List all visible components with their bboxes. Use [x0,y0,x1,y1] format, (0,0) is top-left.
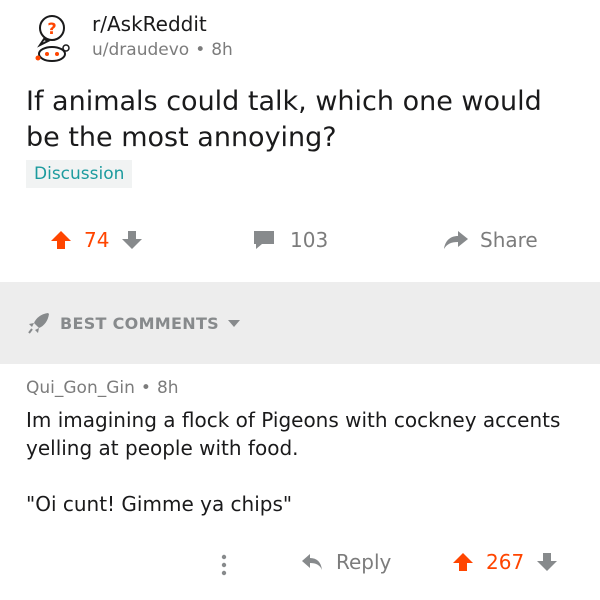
subreddit-name[interactable]: r/AskReddit [92,12,207,36]
comment-text-line: Im imagining a flock of Pigeons with coc… [26,408,561,460]
comment-bubble-icon [252,229,276,251]
comment-body: Im imagining a flock of Pigeons with coc… [26,406,586,518]
post-header: ? r/AskReddit u/draudevo • 8h [28,10,588,66]
arrow-up-icon[interactable] [452,551,474,573]
svg-text:?: ? [47,19,56,38]
comment-vote: 267 [452,550,558,574]
sort-selector[interactable]: BEST COMMENTS [26,310,241,336]
rocket-icon [26,310,52,336]
share-arrow-icon [442,229,470,251]
arrow-up-icon[interactable] [50,229,72,251]
sort-label: BEST COMMENTS [60,313,219,333]
share-button[interactable]: Share [442,228,538,252]
comment-count: 103 [290,228,329,252]
comment-meta-separator: • [140,378,151,398]
vertical-dots-icon[interactable] [218,552,230,578]
comment: Qui_Gon_Gin • 8h Im imagining a flock of P… [26,378,586,546]
askreddit-snoo-icon[interactable]: ? [28,12,80,64]
share-label: Share [480,228,538,252]
post-score: 74 [84,228,110,252]
reply-arrow-icon [300,551,324,573]
comment-actions: Reply 267 [0,540,600,590]
arrow-down-icon[interactable] [121,229,143,251]
comment-author[interactable]: Qui_Gon_Gin [26,378,135,398]
caret-down-icon [227,318,241,328]
post-age: 8h [211,40,233,60]
comment-score: 267 [486,550,525,574]
comment-text-quote: "Oi cunt! Gimme ya chips" [26,492,293,516]
post-flair[interactable]: Discussion [26,160,133,188]
post-title[interactable]: If animals could talk, which one would b… [26,84,578,156]
comment-meta: Qui_Gon_Gin • 8h [26,378,586,398]
reply-button[interactable]: Reply [300,550,391,574]
post-author[interactable]: u/draudevo [92,40,189,60]
comment-age: 8h [156,378,179,398]
post-meta: u/draudevo • 8h [92,40,233,60]
post-actions: 74 103 Share [0,222,600,264]
comments-button[interactable]: 103 [252,228,328,252]
reply-label: Reply [336,550,392,574]
post-vote: 74 [50,228,143,252]
arrow-down-icon[interactable] [536,551,558,573]
meta-separator: • [195,40,206,60]
comment-sort-bar: BEST COMMENTS [0,282,600,364]
